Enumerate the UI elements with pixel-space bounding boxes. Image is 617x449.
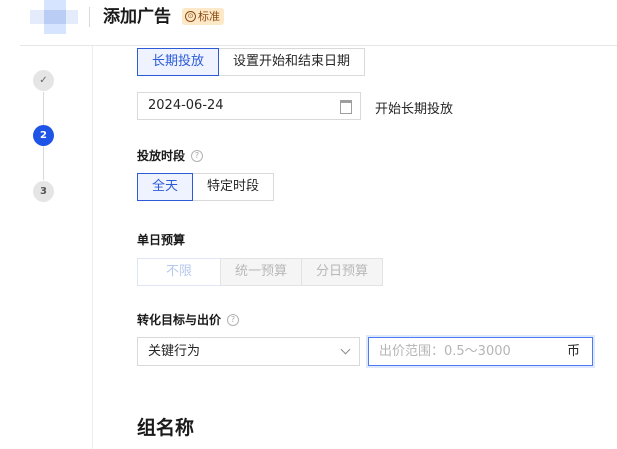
conversion-label: 转化目标与出价 ? xyxy=(137,311,240,328)
option-specific-time[interactable]: 特定时段 xyxy=(192,173,275,201)
time-slot-label-text: 投放时段 xyxy=(137,149,186,163)
conversion-goal-value: 关键行为 xyxy=(148,344,201,359)
time-slot-label: 投放时段 ? xyxy=(137,147,204,164)
header-separator xyxy=(89,7,90,27)
option-all-day[interactable]: 全天 xyxy=(137,173,194,201)
option-daily-budget[interactable]: 分日预算 xyxy=(301,258,384,286)
page-title: 添加广告 xyxy=(103,7,171,27)
app-logo xyxy=(30,0,78,34)
start-date-value: 2024-06-24 xyxy=(148,98,224,113)
bid-input[interactable] xyxy=(369,343,551,360)
step-1-done[interactable]: ✓ xyxy=(33,70,54,91)
conversion-goal-select[interactable]: 关键行为 xyxy=(137,337,360,366)
step-2-active[interactable]: 2 xyxy=(33,125,54,146)
calendar-icon[interactable] xyxy=(340,100,352,114)
option-uniform-budget[interactable]: 统一预算 xyxy=(220,258,303,286)
start-note: 开始长期投放 xyxy=(375,102,454,117)
help-icon[interactable]: ? xyxy=(191,149,204,162)
step-3[interactable]: 3 xyxy=(33,181,54,202)
bid-input-wrapper[interactable]: 币 xyxy=(368,337,593,366)
daily-budget-label: 单日预算 xyxy=(137,233,186,247)
daily-budget-toggle: 不限 统一预算 分日预算 xyxy=(137,258,384,286)
tab-long-term[interactable]: 长期投放 xyxy=(137,48,220,76)
time-slot-toggle: 全天 特定时段 xyxy=(137,173,275,201)
steps-divider xyxy=(92,46,93,449)
conversion-label-text: 转化目标与出价 xyxy=(137,313,222,327)
badge-icon: ⊙ xyxy=(185,11,196,22)
help-icon[interactable]: ? xyxy=(227,313,240,326)
step-connector xyxy=(43,146,44,180)
header-divider xyxy=(20,45,617,46)
badge-label: 标准 xyxy=(198,10,220,23)
bid-unit: 币 xyxy=(566,344,580,359)
option-unlimited[interactable]: 不限 xyxy=(137,258,222,286)
tab-date-range[interactable]: 设置开始和结束日期 xyxy=(218,48,366,76)
start-date-input[interactable]: 2024-06-24 xyxy=(137,92,361,120)
standard-badge: ⊙ 标准 xyxy=(182,8,224,25)
group-name-title: 组名称 xyxy=(137,417,195,439)
chevron-down-icon xyxy=(340,344,351,355)
step-connector xyxy=(43,92,44,126)
schedule-mode-toggle: 长期投放 设置开始和结束日期 xyxy=(137,48,366,76)
